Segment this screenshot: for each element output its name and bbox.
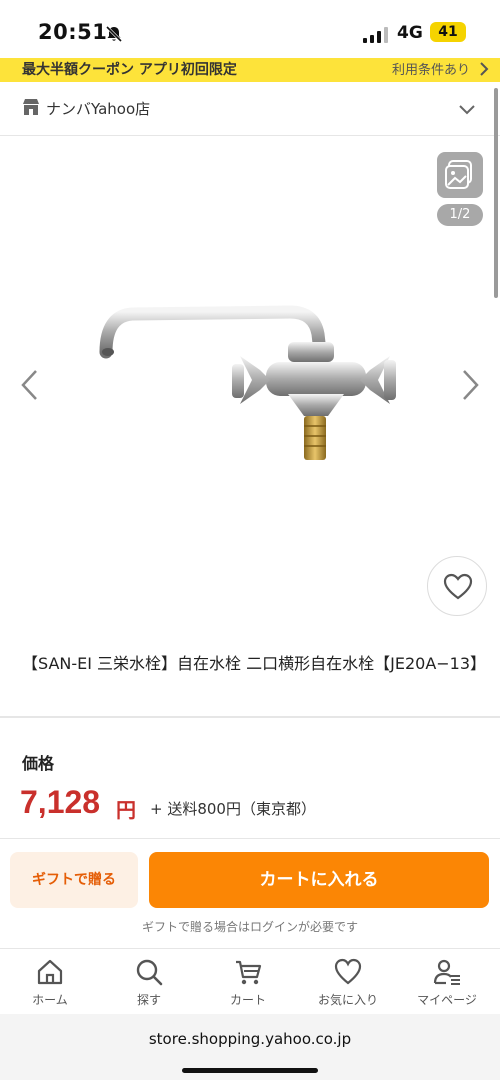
coupon-banner[interactable]: 最大半額クーポン アプリ初回限定 利用条件あり: [0, 58, 500, 82]
status-time: 20:51: [38, 20, 108, 44]
url-text: store.shopping.yahoo.co.jp: [148, 1030, 352, 1048]
heart-icon: [443, 573, 473, 600]
gallery-button[interactable]: [437, 152, 483, 198]
nav-label: お気に入り: [317, 993, 378, 1007]
price-currency: 円: [116, 798, 136, 822]
search-icon: [136, 959, 163, 986]
cart-icon: [236, 960, 262, 985]
battery-level: 41: [430, 22, 466, 42]
price-value: 7,128: [20, 784, 101, 820]
chevron-right-icon[interactable]: [458, 368, 482, 402]
nav-label: マイページ: [417, 993, 477, 1007]
network-type: 4G: [397, 23, 423, 43]
nav-home[interactable]: ホーム: [5, 957, 95, 1008]
nav-label: カート: [229, 993, 266, 1007]
chevron-down-icon: [459, 105, 475, 115]
nav-search[interactable]: 探す: [104, 957, 194, 1008]
store-name: ナンバYahoo店: [46, 100, 151, 118]
shipping-fee: + 送料800円（東京都）: [150, 800, 316, 818]
nav-label: 探す: [136, 993, 161, 1007]
home-icon: [37, 959, 63, 985]
store-icon: [23, 99, 39, 115]
nav-label: ホーム: [32, 993, 68, 1007]
favorite-button[interactable]: [427, 556, 487, 616]
status-bar: 20:51 4G 41: [0, 0, 500, 58]
divider: [0, 716, 500, 718]
nav-cart[interactable]: カート: [203, 957, 293, 1008]
coupon-terms-link[interactable]: 利用条件あり: [392, 59, 470, 78]
home-indicator: [182, 1068, 318, 1073]
bell-off-icon: [105, 25, 123, 43]
add-to-cart-button[interactable]: カートに入れる: [149, 852, 489, 908]
nav-mypage[interactable]: マイページ: [402, 957, 492, 1008]
gift-button[interactable]: ギフトで贈る: [10, 852, 138, 908]
image-page-indicator: 1/2: [437, 204, 483, 226]
divider: [0, 838, 500, 839]
browser-url-bar[interactable]: store.shopping.yahoo.co.jp: [0, 1014, 500, 1080]
chevron-right-icon: [480, 62, 489, 76]
price-label: 価格: [22, 754, 55, 773]
product-title: 【SAN-EI 三栄水栓】自在水栓 二口横形自在水栓【JE20A−13】: [22, 654, 487, 673]
heart-icon: [334, 958, 362, 985]
user-icon: [433, 959, 460, 985]
bottom-nav: ホーム 探す カート お気に入り マイページ: [0, 948, 500, 1014]
signal-icon: [363, 27, 388, 43]
gift-login-note: ギフトで贈る場合はログインが必要です: [141, 920, 358, 934]
coupon-text: 最大半額クーポン アプリ初回限定: [22, 62, 237, 78]
scrollbar[interactable]: [494, 88, 498, 298]
nav-favorites[interactable]: お気に入り: [303, 957, 393, 1008]
product-image: [99, 305, 396, 460]
chevron-left-icon[interactable]: [18, 368, 42, 402]
store-selector[interactable]: ナンバYahoo店: [0, 82, 500, 136]
product-image-carousel[interactable]: 1/2: [0, 88, 500, 636]
gallery-icon: [445, 160, 472, 189]
